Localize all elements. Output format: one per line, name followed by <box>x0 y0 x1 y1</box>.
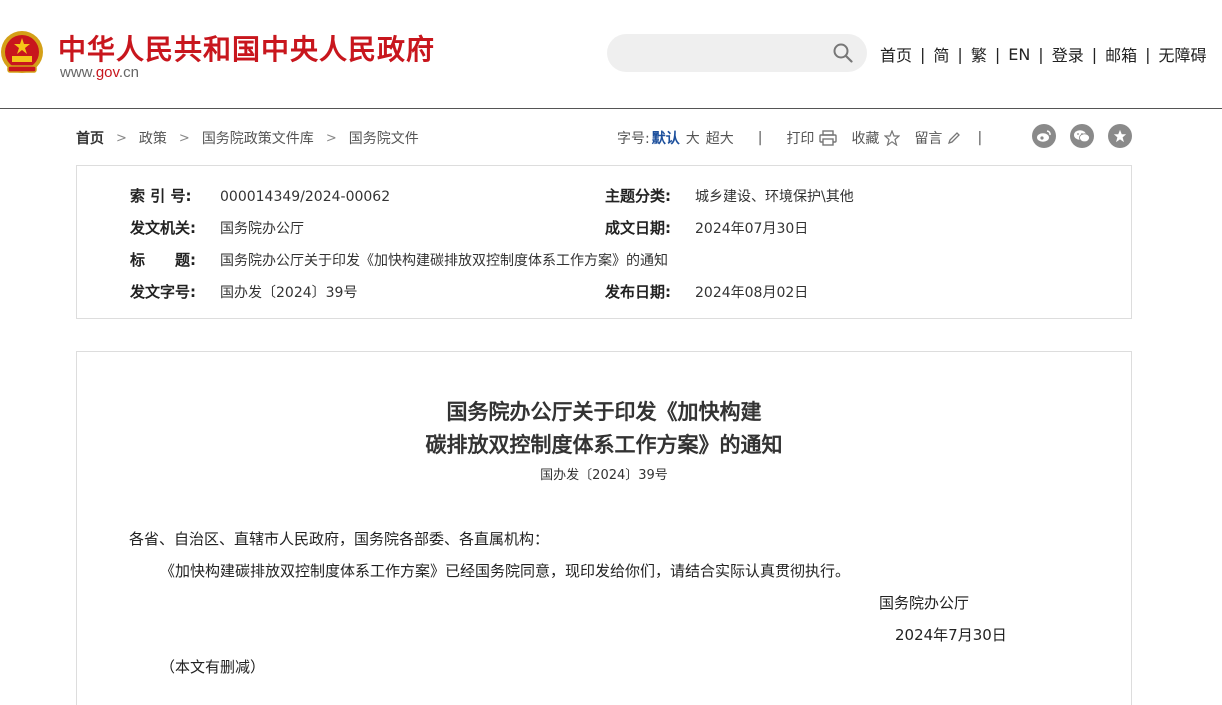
info-issuer: 发文机关: 国务院办公厅 <box>130 217 304 238</box>
article-title-line1: 国务院办公厅关于印发《加快构建 <box>446 399 762 424</box>
article-note: （本文有删减） <box>160 658 266 676</box>
font-size-large[interactable]: 大 <box>686 128 700 148</box>
comment-button[interactable]: 留言 <box>914 128 961 148</box>
site-header: 中华人民共和国中央人民政府 www.gov.cn 首页 | 简 | 繁 | EN… <box>0 0 1222 109</box>
info-value: 国办发〔2024〕39号 <box>220 285 358 301</box>
article-date: 2024年7月30日 <box>895 626 1007 644</box>
site-title[interactable]: 中华人民共和国中央人民政府 <box>58 28 435 68</box>
info-label: 发布日期: <box>605 283 671 301</box>
star-icon <box>884 130 901 146</box>
nav-traditional[interactable]: 繁 <box>971 42 987 66</box>
breadcrumb-policy-library[interactable]: 国务院政策文件库 <box>202 128 314 148</box>
search-icon[interactable] <box>833 43 853 63</box>
info-label: 发文字号: <box>130 283 196 301</box>
nav-separator: | <box>957 44 963 64</box>
site-url[interactable]: www.gov.cn <box>60 64 139 81</box>
nav-english[interactable]: EN <box>1008 45 1030 64</box>
info-written-date: 成文日期: 2024年07月30日 <box>605 217 808 238</box>
favorite-label: 收藏 <box>851 131 880 147</box>
info-value: 城乡建设、环境保护\其他 <box>695 189 854 205</box>
info-value: 国务院办公厅关于印发《加快构建碳排放双控制度体系工作方案》的通知 <box>220 253 668 269</box>
site-url-suffix: .cn <box>118 64 139 81</box>
site-url-gov: gov <box>95 64 119 81</box>
article-addressee: 各省、自治区、直辖市人民政府，国务院各部委、各直属机构： <box>129 530 550 548</box>
article-title-line2: 碳排放双控制度体系工作方案》的通知 <box>425 432 783 457</box>
chevron-right-icon: > <box>116 130 127 146</box>
nav-mail[interactable]: 邮箱 <box>1105 42 1137 66</box>
nav-accessibility[interactable]: 无障碍 <box>1159 42 1207 66</box>
info-doc-no: 发文字号: 国办发〔2024〕39号 <box>130 281 357 302</box>
pencil-icon <box>948 132 961 145</box>
font-size-default[interactable]: 默认 <box>652 128 680 148</box>
comment-label: 留言 <box>914 131 943 147</box>
info-label: 发文机关: <box>130 219 196 237</box>
nav-separator: | <box>1145 44 1151 64</box>
tools-separator: | <box>757 130 763 146</box>
site-url-prefix: www. <box>60 64 96 81</box>
print-button[interactable]: 打印 <box>786 128 838 148</box>
info-label: 主题分类: <box>605 187 671 205</box>
info-publish-date: 发布日期: 2024年08月02日 <box>605 281 808 302</box>
nav-separator: | <box>1038 44 1044 64</box>
printer-icon <box>819 130 838 146</box>
print-label: 打印 <box>786 131 815 147</box>
star-share-icon[interactable] <box>1108 124 1132 148</box>
search-input[interactable] <box>607 34 867 72</box>
info-title: 标 题: 国务院办公厅关于印发《加快构建碳排放双控制度体系工作方案》的通知 <box>130 249 668 270</box>
font-size-label: 字号: <box>617 131 650 147</box>
info-label: 索 引 号: <box>130 187 192 205</box>
tools-separator: | <box>977 130 983 146</box>
info-index-no: 索 引 号: 000014349/2024-00062 <box>130 185 390 206</box>
top-nav: 首页 | 简 | 繁 | EN | 登录 | 邮箱 | 无障碍 <box>880 42 1207 66</box>
national-emblem-icon[interactable] <box>0 28 44 78</box>
info-value: 000014349/2024-00062 <box>220 189 391 205</box>
favorite-button[interactable]: 收藏 <box>851 128 901 148</box>
nav-login[interactable]: 登录 <box>1052 42 1084 66</box>
breadcrumb-home[interactable]: 首页 <box>76 128 104 148</box>
info-value: 2024年08月02日 <box>695 285 809 301</box>
info-value: 国务院办公厅 <box>220 221 304 237</box>
breadcrumb-state-council-docs[interactable]: 国务院文件 <box>349 128 419 148</box>
article-tools: 字号: 默认 大 超大 | 打印 收藏 留言 | <box>617 128 1006 148</box>
nav-home[interactable]: 首页 <box>880 42 912 66</box>
document-info-box: 索 引 号: 000014349/2024-00062 主题分类: 城乡建设、环境保… <box>76 165 1132 319</box>
article-signer: 国务院办公厅 <box>879 594 970 612</box>
info-label: 标 题: <box>130 251 196 269</box>
chevron-right-icon: > <box>178 130 190 146</box>
breadcrumb: 首页 > 政策 > 国务院政策文件库 > 国务院文件 <box>76 128 419 148</box>
chevron-right-icon: > <box>325 130 337 146</box>
article-doc-number: 国办发〔2024〕39号 <box>540 468 668 483</box>
nav-simplified[interactable]: 简 <box>933 42 949 66</box>
nav-separator: | <box>920 44 926 64</box>
info-topic: 主题分类: 城乡建设、环境保护\其他 <box>605 185 854 206</box>
font-size-xlarge[interactable]: 超大 <box>706 128 734 148</box>
info-label: 成文日期: <box>605 219 671 237</box>
info-value: 2024年07月30日 <box>695 221 809 237</box>
nav-separator: | <box>994 44 1001 64</box>
wechat-icon[interactable] <box>1070 124 1094 148</box>
weibo-icon[interactable] <box>1032 124 1056 148</box>
article-paragraph: 《加快构建碳排放双控制度体系工作方案》已经国务院同意，现印发给你们，请结合实际认… <box>160 562 851 580</box>
nav-separator: | <box>1091 44 1098 64</box>
breadcrumb-policy[interactable]: 政策 <box>139 128 167 148</box>
